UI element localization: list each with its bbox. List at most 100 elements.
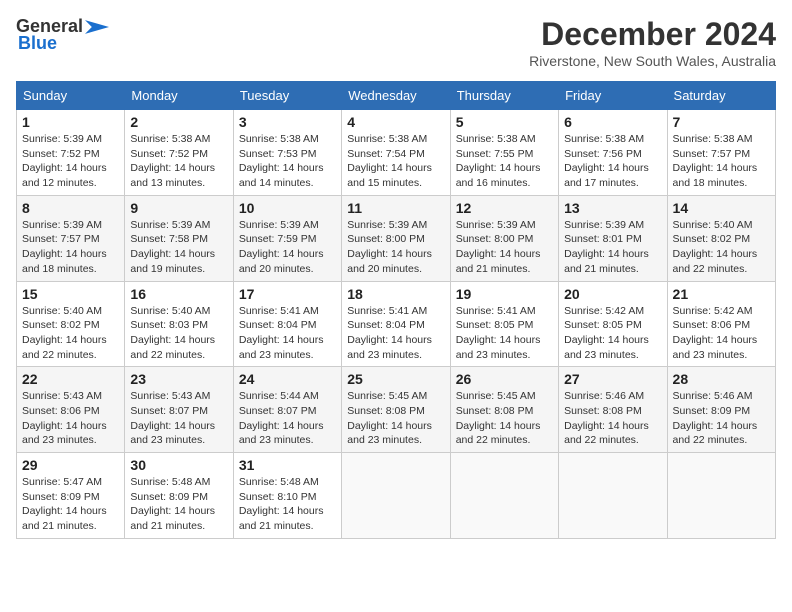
calendar-cell: 20 Sunrise: 5:42 AMSunset: 8:05 PMDayligh… — [559, 281, 667, 367]
calendar-cell: 8Sunrise: 5:39 AMSunset: 7:57 PMDaylight… — [17, 195, 125, 281]
day-info: Sunrise: 5:38 AMSunset: 7:52 PMDaylight:… — [130, 132, 227, 191]
calendar-cell: 9 Sunrise: 5:39 AMSunset: 7:58 PMDaylight… — [125, 195, 233, 281]
calendar-cell: 10 Sunrise: 5:39 AMSunset: 7:59 PMDayligh… — [233, 195, 341, 281]
day-number: 18 — [347, 286, 444, 302]
day-info: Sunrise: 5:44 AMSunset: 8:07 PMDaylight:… — [239, 389, 336, 448]
calendar-cell: 27Sunrise: 5:46 AMSunset: 8:08 PMDayligh… — [559, 367, 667, 453]
calendar-cell — [667, 453, 775, 539]
header-sunday: Sunday — [17, 82, 125, 110]
calendar-cell: 2 Sunrise: 5:38 AMSunset: 7:52 PMDaylight… — [125, 110, 233, 196]
day-number: 28 — [673, 371, 770, 387]
calendar-header-row: SundayMondayTuesdayWednesdayThursdayFrid… — [17, 82, 776, 110]
calendar-cell: 16 Sunrise: 5:40 AMSunset: 8:03 PMDayligh… — [125, 281, 233, 367]
day-number: 10 — [239, 200, 336, 216]
day-info: Sunrise: 5:43 AMSunset: 8:07 PMDaylight:… — [130, 389, 227, 448]
day-info: Sunrise: 5:40 AMSunset: 8:03 PMDaylight:… — [130, 304, 227, 363]
day-info: Sunrise: 5:47 AMSunset: 8:09 PMDaylight:… — [22, 475, 119, 534]
logo-blue: Blue — [18, 33, 57, 54]
day-number: 20 — [564, 286, 661, 302]
day-number: 24 — [239, 371, 336, 387]
calendar-cell: 30 Sunrise: 5:48 AMSunset: 8:09 PMDayligh… — [125, 453, 233, 539]
day-number: 21 — [673, 286, 770, 302]
day-info: Sunrise: 5:42 AMSunset: 8:05 PMDaylight:… — [564, 304, 661, 363]
calendar-cell: 4 Sunrise: 5:38 AMSunset: 7:54 PMDaylight… — [342, 110, 450, 196]
day-info: Sunrise: 5:46 AMSunset: 8:09 PMDaylight:… — [673, 389, 770, 448]
calendar-cell: 23Sunrise: 5:43 AMSunset: 8:07 PMDayligh… — [125, 367, 233, 453]
day-number: 25 — [347, 371, 444, 387]
day-number: 2 — [130, 114, 227, 130]
day-number: 7 — [673, 114, 770, 130]
calendar-cell: 31Sunrise: 5:48 AMSunset: 8:10 PMDayligh… — [233, 453, 341, 539]
day-number: 29 — [22, 457, 119, 473]
day-number: 14 — [673, 200, 770, 216]
day-number: 16 — [130, 286, 227, 302]
day-number: 17 — [239, 286, 336, 302]
calendar-cell: 22Sunrise: 5:43 AMSunset: 8:06 PMDayligh… — [17, 367, 125, 453]
calendar-cell — [559, 453, 667, 539]
calendar-cell: 5 Sunrise: 5:38 AMSunset: 7:55 PMDaylight… — [450, 110, 558, 196]
day-info: Sunrise: 5:38 AMSunset: 7:54 PMDaylight:… — [347, 132, 444, 191]
header-saturday: Saturday — [667, 82, 775, 110]
day-info: Sunrise: 5:41 AMSunset: 8:04 PMDaylight:… — [347, 304, 444, 363]
day-number: 30 — [130, 457, 227, 473]
calendar-week-row: 22Sunrise: 5:43 AMSunset: 8:06 PMDayligh… — [17, 367, 776, 453]
day-number: 4 — [347, 114, 444, 130]
calendar-week-row: 29 Sunrise: 5:47 AMSunset: 8:09 PMDayligh… — [17, 453, 776, 539]
calendar-cell — [450, 453, 558, 539]
day-info: Sunrise: 5:42 AMSunset: 8:06 PMDaylight:… — [673, 304, 770, 363]
day-number: 8 — [22, 200, 119, 216]
day-info: Sunrise: 5:45 AMSunset: 8:08 PMDaylight:… — [347, 389, 444, 448]
header-wednesday: Wednesday — [342, 82, 450, 110]
header-thursday: Thursday — [450, 82, 558, 110]
day-number: 26 — [456, 371, 553, 387]
calendar-cell: 12 Sunrise: 5:39 AMSunset: 8:00 PMDayligh… — [450, 195, 558, 281]
title-section: December 2024 Riverstone, New South Wale… — [529, 16, 776, 69]
calendar-title: December 2024 — [529, 16, 776, 53]
day-number: 12 — [456, 200, 553, 216]
day-info: Sunrise: 5:40 AMSunset: 8:02 PMDaylight:… — [22, 304, 119, 363]
day-number: 9 — [130, 200, 227, 216]
day-info: Sunrise: 5:38 AMSunset: 7:53 PMDaylight:… — [239, 132, 336, 191]
header-tuesday: Tuesday — [233, 82, 341, 110]
calendar-cell: 25 Sunrise: 5:45 AMSunset: 8:08 PMDayligh… — [342, 367, 450, 453]
calendar-cell: 17 Sunrise: 5:41 AMSunset: 8:04 PMDayligh… — [233, 281, 341, 367]
calendar-cell: 11Sunrise: 5:39 AMSunset: 8:00 PMDayligh… — [342, 195, 450, 281]
page-header: General Blue December 2024 Riverstone, N… — [16, 16, 776, 69]
day-info: Sunrise: 5:38 AMSunset: 7:56 PMDaylight:… — [564, 132, 661, 191]
day-info: Sunrise: 5:39 AMSunset: 8:00 PMDaylight:… — [456, 218, 553, 277]
day-number: 15 — [22, 286, 119, 302]
day-info: Sunrise: 5:46 AMSunset: 8:08 PMDaylight:… — [564, 389, 661, 448]
calendar-cell: 15 Sunrise: 5:40 AMSunset: 8:02 PMDayligh… — [17, 281, 125, 367]
day-info: Sunrise: 5:43 AMSunset: 8:06 PMDaylight:… — [22, 389, 119, 448]
calendar-cell — [342, 453, 450, 539]
calendar-table: SundayMondayTuesdayWednesdayThursdayFrid… — [16, 81, 776, 539]
day-number: 3 — [239, 114, 336, 130]
day-number: 19 — [456, 286, 553, 302]
logo: General Blue — [16, 16, 109, 54]
day-info: Sunrise: 5:45 AMSunset: 8:08 PMDaylight:… — [456, 389, 553, 448]
day-number: 5 — [456, 114, 553, 130]
calendar-cell: 1Sunrise: 5:39 AMSunset: 7:52 PMDaylight… — [17, 110, 125, 196]
calendar-cell: 3 Sunrise: 5:38 AMSunset: 7:53 PMDaylight… — [233, 110, 341, 196]
day-info: Sunrise: 5:38 AMSunset: 7:55 PMDaylight:… — [456, 132, 553, 191]
logo-arrow-icon — [85, 20, 109, 34]
calendar-cell: 14 Sunrise: 5:40 AMSunset: 8:02 PMDayligh… — [667, 195, 775, 281]
calendar-cell: 19Sunrise: 5:41 AMSunset: 8:05 PMDayligh… — [450, 281, 558, 367]
calendar-cell: 13Sunrise: 5:39 AMSunset: 8:01 PMDayligh… — [559, 195, 667, 281]
day-info: Sunrise: 5:41 AMSunset: 8:04 PMDaylight:… — [239, 304, 336, 363]
calendar-week-row: 15 Sunrise: 5:40 AMSunset: 8:02 PMDayligh… — [17, 281, 776, 367]
day-number: 31 — [239, 457, 336, 473]
day-info: Sunrise: 5:40 AMSunset: 8:02 PMDaylight:… — [673, 218, 770, 277]
calendar-week-row: 8Sunrise: 5:39 AMSunset: 7:57 PMDaylight… — [17, 195, 776, 281]
header-friday: Friday — [559, 82, 667, 110]
day-info: Sunrise: 5:39 AMSunset: 7:59 PMDaylight:… — [239, 218, 336, 277]
calendar-week-row: 1Sunrise: 5:39 AMSunset: 7:52 PMDaylight… — [17, 110, 776, 196]
calendar-subtitle: Riverstone, New South Wales, Australia — [529, 53, 776, 69]
calendar-cell: 18 Sunrise: 5:41 AMSunset: 8:04 PMDayligh… — [342, 281, 450, 367]
day-info: Sunrise: 5:39 AMSunset: 7:58 PMDaylight:… — [130, 218, 227, 277]
day-info: Sunrise: 5:39 AMSunset: 8:01 PMDaylight:… — [564, 218, 661, 277]
day-info: Sunrise: 5:38 AMSunset: 7:57 PMDaylight:… — [673, 132, 770, 191]
day-info: Sunrise: 5:48 AMSunset: 8:09 PMDaylight:… — [130, 475, 227, 534]
calendar-cell: 7 Sunrise: 5:38 AMSunset: 7:57 PMDaylight… — [667, 110, 775, 196]
day-number: 6 — [564, 114, 661, 130]
